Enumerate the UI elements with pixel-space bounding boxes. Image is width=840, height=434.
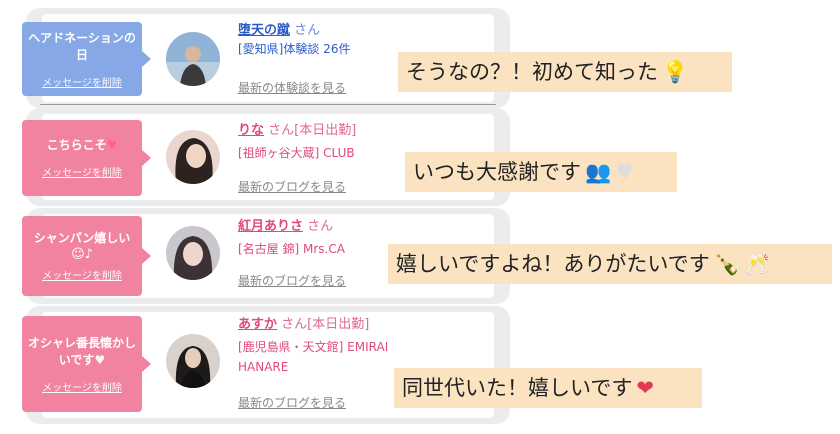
message-bubble: オシャレ番長懐かしいです♥ メッセージを削除 xyxy=(22,316,151,412)
message-text: オシャレ番長懐かしいです♥ xyxy=(27,335,136,367)
latest-link[interactable]: 最新のブログを見る xyxy=(238,178,346,195)
detail-text: [鹿児島県・天文館] EMIRAI xyxy=(238,340,389,354)
caption-text: いつも大感謝です xyxy=(413,160,581,184)
latest-link[interactable]: 最新の体験談を見る xyxy=(238,79,346,96)
avatar[interactable] xyxy=(166,226,220,280)
user-name-link[interactable]: あすか xyxy=(238,317,277,332)
caption: いつも大感謝です 👥 ♥ xyxy=(405,152,677,192)
message-text: ヘアドネーションの日 xyxy=(28,30,136,62)
avatar[interactable] xyxy=(166,32,220,86)
caption: 嬉しいですよね！ありがたいです 🍾 🥂 xyxy=(388,244,832,284)
lightbulb-icon: 💡 xyxy=(662,60,689,84)
delete-message-link[interactable]: メッセージを削除 xyxy=(42,379,122,394)
message-text: こちらこそ♥ xyxy=(46,138,118,152)
user-name-link[interactable]: 紅月ありさ xyxy=(238,219,303,234)
message-bubble: シャンパン嬉しい ☺♪ メッセージを削除 xyxy=(22,216,151,296)
message-text: シャンパン嬉しい xyxy=(33,231,131,245)
caption: 同世代いた！嬉しいです ❤ xyxy=(394,368,702,408)
caption-text: そうなの？！初めて知った xyxy=(406,60,658,84)
delete-message-link[interactable]: メッセージを削除 xyxy=(42,74,122,89)
heart-icon: ♥ xyxy=(106,138,118,152)
name-suffix: さん xyxy=(307,219,334,234)
heart-icon: ♥ xyxy=(94,352,106,367)
message-bubble: こちらこそ♥ メッセージを削除 xyxy=(22,120,151,196)
people-icon: 👥 xyxy=(585,160,612,184)
glasses-icon: 🥂 xyxy=(743,252,771,276)
name-suffix: さん xyxy=(294,23,321,38)
message-bubble: ヘアドネーションの日 メッセージを削除 xyxy=(22,22,151,96)
smile-music-icon: ☺♪ xyxy=(71,247,93,262)
white-heart-icon: ♥ xyxy=(615,160,634,184)
champagne-icon: 🍾 xyxy=(713,252,740,276)
caption: そうなの？！初めて知った 💡 xyxy=(398,52,732,92)
user-name-link[interactable]: 堕天の蹴 xyxy=(238,23,290,38)
caption-text: 同世代いた！嬉しいです xyxy=(402,376,633,400)
avatar[interactable] xyxy=(166,130,220,184)
delete-message-link[interactable]: メッセージを削除 xyxy=(42,164,122,179)
delete-message-link[interactable]: メッセージを削除 xyxy=(42,267,122,282)
name-suffix: さん[本日出勤] xyxy=(268,123,357,138)
caption-text: 嬉しいですよね！ありがたいです xyxy=(396,252,710,276)
avatar[interactable] xyxy=(166,334,220,388)
user-name-link[interactable]: りな xyxy=(238,123,264,138)
divider xyxy=(40,104,496,105)
latest-link[interactable]: 最新のブログを見る xyxy=(238,394,346,411)
heart-icon: ❤ xyxy=(636,376,654,400)
latest-link[interactable]: 最新のブログを見る xyxy=(238,272,346,289)
name-suffix: さん[本日出勤] xyxy=(281,317,370,332)
